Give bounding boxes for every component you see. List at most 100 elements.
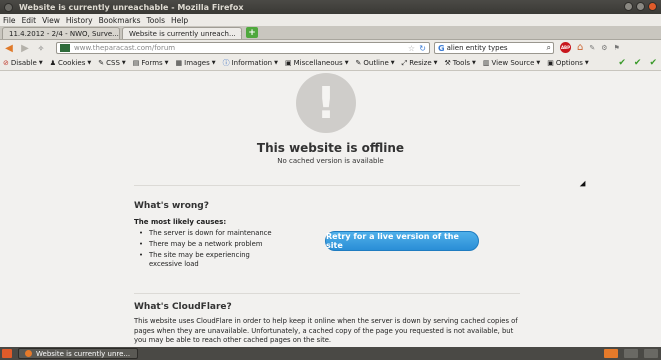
miscellaneous-icon: ▣ — [284, 59, 292, 67]
css-valid-check-icon[interactable]: ✔ — [618, 58, 626, 68]
dev-cookies-menu[interactable]: ♟ Cookies ▼ — [50, 59, 92, 67]
new-tab-button[interactable]: + — [246, 27, 258, 38]
window-menu-buttons — [4, 2, 13, 12]
cookies-icon: ♟ — [49, 59, 56, 67]
menu-file[interactable]: File — [3, 16, 16, 25]
css-icon: ✎ — [98, 59, 105, 67]
dev-information-menu[interactable]: ⓘ Information ▼ — [223, 58, 278, 68]
menu-edit[interactable]: Edit — [22, 16, 37, 25]
menu-tools[interactable]: Tools — [147, 16, 165, 25]
taskbar-task-label: Website is currently unre... — [36, 349, 131, 358]
workspace-switcher-icon[interactable] — [644, 349, 658, 358]
menu-help[interactable]: Help — [171, 16, 188, 25]
dev-options-menu[interactable]: ▣ Options ▼ — [547, 59, 589, 67]
menu-history[interactable]: History — [66, 16, 93, 25]
html-valid-check-icon[interactable]: ✔ — [649, 58, 657, 68]
minimize-button[interactable] — [624, 2, 633, 11]
dev-outline-menu[interactable]: ✎ Outline ▼ — [356, 59, 395, 67]
tab-unreachable[interactable]: Website is currently unreach... × — [122, 27, 242, 39]
dev-menu-label: CSS — [106, 59, 120, 67]
dropdown-arrow-icon: ▼ — [536, 60, 541, 66]
taskbar-firefox-window[interactable]: Website is currently unre... — [18, 348, 138, 359]
dropdown-arrow-icon: ▼ — [390, 60, 395, 66]
dev-menu-label: Information — [231, 59, 273, 67]
home-icon[interactable]: ⌂ — [577, 42, 583, 53]
google-icon[interactable]: G — [438, 44, 445, 53]
tab-label: 11.4.2012 - 2/4 - NWO, Surve... — [9, 29, 119, 38]
dev-forms-menu[interactable]: ▤ Forms ▼ — [133, 59, 169, 67]
dropdown-arrow-icon: ▼ — [121, 60, 126, 66]
bookmark-star-icon[interactable]: ☆ — [408, 44, 415, 53]
dev-menu-label: Forms — [141, 59, 163, 67]
desktop-taskbar: Website is currently unre... — [0, 347, 661, 360]
dev-resize-menu[interactable]: ⤢ Resize ▼ — [402, 59, 438, 68]
cloudflare-description: This website uses CloudFlare in order to… — [134, 317, 518, 344]
disable-icon: ⊘ — [3, 59, 9, 67]
dropdown-arrow-icon: ▼ — [344, 60, 349, 66]
web-developer-toolbar: ⊘ Disable ▼ ♟ Cookies ▼ ✎ CSS ▼ ▤ Forms ▼ ▦ Image… — [0, 56, 661, 71]
dev-miscellaneous-menu[interactable]: ▣ Miscellaneous ▼ — [285, 59, 349, 67]
dev-images-menu[interactable]: ▦ Images ▼ — [176, 59, 216, 67]
search-input[interactable]: alien entity types — [447, 44, 508, 52]
url-bar[interactable]: www.theparacast.com/forum ☆ ↻ — [56, 42, 430, 54]
tools-icon[interactable]: ⚙ — [601, 44, 607, 52]
firefox-tray-icon[interactable] — [604, 349, 618, 358]
offline-heading: This website is offline — [256, 141, 405, 155]
close-tab-icon[interactable]: × — [240, 29, 241, 38]
information-icon: ⓘ — [222, 59, 230, 67]
dropdown-arrow-icon: ▼ — [584, 60, 589, 66]
causes-list: The server is down for maintenance There… — [139, 229, 275, 271]
menu-view[interactable]: View — [42, 16, 60, 25]
options-icon: ▣ — [547, 59, 554, 67]
window-menu-icon[interactable] — [4, 2, 13, 12]
images-icon: ▦ — [175, 59, 183, 67]
reload-icon[interactable]: ✧ — [34, 42, 48, 54]
workspace-icon[interactable] — [624, 349, 638, 358]
url-host: www.theparacast.com — [74, 44, 152, 52]
brush-icon[interactable]: ✎ — [589, 44, 595, 52]
dropdown-arrow-icon: ▼ — [472, 60, 476, 66]
dev-view-source-menu[interactable]: ▥ View Source ▼ — [483, 59, 540, 67]
mouse-cursor-icon — [579, 180, 589, 190]
tab-youtube[interactable]: 11.4.2012 - 2/4 - NWO, Surve... — [2, 27, 120, 39]
retry-live-button[interactable]: Retry for a live version of the site — [325, 231, 479, 251]
dev-css-menu[interactable]: ✎ CSS ▼ — [98, 59, 126, 67]
dev-tools-menu[interactable]: ⚒ Tools ▼ — [445, 59, 476, 67]
tools-icon: ⚒ — [444, 59, 451, 67]
dropdown-arrow-icon: ▼ — [164, 60, 169, 66]
reload-page-icon[interactable]: ↻ — [419, 44, 426, 53]
site-identity-icon[interactable] — [60, 44, 70, 52]
dropdown-arrow-icon: ▼ — [211, 60, 216, 66]
cloudflare-heading: What's CloudFlare? — [134, 302, 232, 312]
validation-status: ✔ ✔ ✔ — [618, 58, 657, 68]
search-bar[interactable]: G alien entity types ⌕ — [434, 42, 554, 54]
dev-menu-label: Images — [184, 59, 210, 67]
view-source-icon: ▥ — [482, 59, 490, 67]
dev-menu-label: Outline — [363, 59, 389, 67]
search-icon[interactable]: ⌕ — [547, 43, 551, 53]
system-tray — [604, 349, 658, 358]
js-valid-check-icon[interactable]: ✔ — [634, 58, 642, 68]
window-titlebar: Website is currently unreachable - Mozil… — [0, 0, 661, 14]
adblock-icon[interactable]: ABP — [560, 42, 571, 53]
tab-bar: 11.4.2012 - 2/4 - NWO, Surve... Website … — [0, 26, 661, 40]
list-item: There may be a network problem — [139, 240, 275, 249]
divider — [134, 185, 520, 186]
close-window-button[interactable] — [648, 2, 657, 11]
window-controls — [624, 2, 657, 11]
show-desktop-icon[interactable] — [2, 349, 12, 358]
dev-disable-menu[interactable]: ⊘ Disable ▼ — [3, 59, 43, 67]
toolbar-icons: ABP ⌂ ✎ ⚙ ⚑ — [560, 42, 620, 53]
forms-icon: ▤ — [132, 59, 140, 67]
extension-icon[interactable]: ⚑ — [614, 44, 620, 52]
navigation-bar: ◀ ▶ ✧ www.theparacast.com/forum ☆ ↻ G al… — [0, 40, 661, 56]
menu-bookmarks[interactable]: Bookmarks — [99, 16, 141, 25]
forward-button[interactable]: ▶ — [18, 42, 32, 54]
causes-heading: The most likely causes: — [134, 218, 227, 226]
dev-menu-label: Tools — [452, 59, 471, 67]
maximize-button[interactable] — [636, 2, 645, 11]
back-button[interactable]: ◀ — [2, 42, 16, 54]
dropdown-arrow-icon: ▼ — [274, 60, 278, 66]
dev-menu-label: Options — [555, 59, 583, 67]
outline-icon: ✎ — [355, 59, 362, 67]
